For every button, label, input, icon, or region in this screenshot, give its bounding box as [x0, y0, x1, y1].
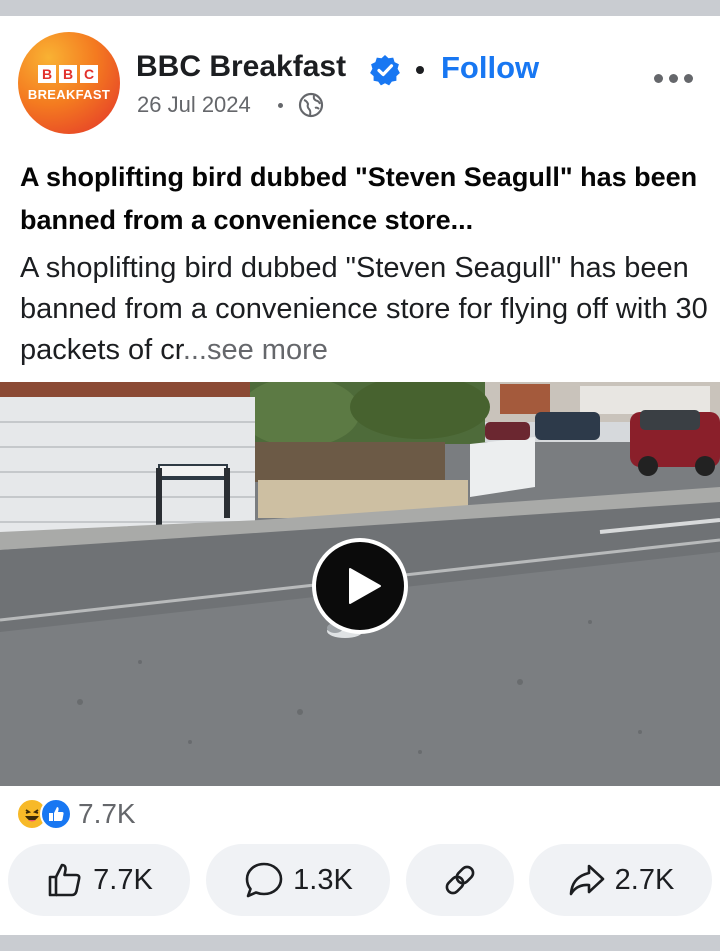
post-body: A shoplifting bird dubbed "Steven Seagul… [20, 248, 710, 371]
page-name[interactable]: BBC Breakfast [136, 50, 346, 84]
reaction-count: 7.7K [78, 798, 136, 829]
share-button[interactable]: 2.7K [529, 844, 712, 916]
verified-badge-icon [370, 55, 400, 86]
like-button[interactable]: 7.7K [8, 844, 190, 916]
more-options-icon[interactable] [654, 70, 700, 86]
play-button[interactable] [312, 538, 408, 634]
post-headline: A shoplifting bird dubbed "Steven Seagul… [20, 162, 698, 235]
share-count: 2.7K [614, 863, 675, 896]
thumbs-up-icon [48, 863, 81, 897]
comment-count: 1.3K [293, 863, 353, 896]
avatar-block: C [80, 65, 98, 83]
feed-separator-top [0, 0, 720, 16]
like-icon [40, 798, 72, 830]
follow-button[interactable]: Follow [441, 50, 539, 86]
avatar-logo-blocks: B B C [38, 65, 98, 83]
post-actions-bar: 7.7K 1.3K 2.7K [0, 844, 720, 916]
post-header: B B C BREAKFAST BBC Breakfast Follow 26 … [0, 16, 720, 146]
page-avatar[interactable]: B B C BREAKFAST [18, 32, 120, 134]
separator-dot [416, 66, 424, 74]
copy-link-button[interactable] [406, 844, 514, 916]
feed-separator-bottom [0, 935, 720, 951]
comment-icon [245, 862, 283, 898]
post-body-text: A shoplifting bird dubbed "Steven Seagul… [20, 252, 708, 366]
like-count: 7.7K [93, 863, 153, 896]
globe-icon [298, 92, 324, 118]
see-more-link[interactable]: ...see more [183, 334, 328, 366]
play-icon [349, 568, 381, 604]
date-separator-dot [278, 103, 283, 108]
comment-button[interactable]: 1.3K [206, 844, 390, 916]
post-date[interactable]: 26 Jul 2024 [137, 92, 251, 118]
avatar-block: B [38, 65, 56, 83]
avatar-word: BREAKFAST [27, 87, 111, 102]
reactions-summary[interactable]: 7.7K [16, 797, 136, 831]
avatar-block: B [59, 65, 77, 83]
share-icon [569, 864, 604, 896]
link-icon [445, 865, 475, 895]
